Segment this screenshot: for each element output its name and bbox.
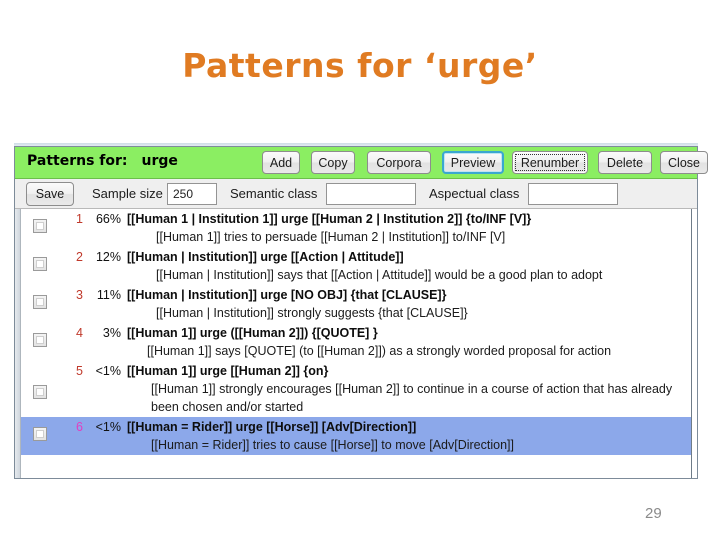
row-number: 6 bbox=[76, 420, 83, 434]
sample-size-input[interactable]: 250 bbox=[167, 183, 217, 205]
row-percentage: <1% bbox=[95, 420, 121, 434]
renumber-button[interactable]: Renumber bbox=[512, 151, 588, 174]
table-row[interactable]: 3 11% [[Human | Institution]] urge [NO OBJ… bbox=[21, 285, 691, 323]
row-description-line: [[Human 1]] strongly encourages [[Human … bbox=[151, 382, 673, 396]
row-description-line: [[Human 1]] tries to persuade [[Human 2 … bbox=[156, 230, 506, 244]
row-checkbox[interactable] bbox=[33, 385, 47, 399]
header-title: Patterns for: urge bbox=[27, 153, 178, 169]
row-description-line: [[Human = Rider]] tries to cause [[Horse… bbox=[151, 438, 514, 452]
corpora-button[interactable]: Corpora bbox=[367, 151, 431, 174]
row-number: 3 bbox=[76, 288, 83, 302]
table-row[interactable]: 1 66% [[Human 1 | Institution 1]] urge [[H… bbox=[21, 209, 691, 247]
patterns-list[interactable]: 1 66% [[Human 1 | Institution 1]] urge [[H… bbox=[15, 209, 697, 478]
header-title-label: Patterns for: bbox=[27, 153, 128, 169]
row-percentage: 3% bbox=[102, 326, 121, 340]
list-right-edge bbox=[691, 209, 697, 478]
delete-button[interactable]: Delete bbox=[598, 151, 652, 174]
row-checkbox[interactable] bbox=[33, 219, 47, 233]
checkbox-inner bbox=[36, 430, 44, 438]
aspectual-class-label: Aspectual class bbox=[429, 186, 520, 201]
patterns-window: Patterns for: urge Add Copy Corpora Preview R… bbox=[14, 146, 708, 479]
checkbox-inner bbox=[36, 336, 44, 344]
row-checkbox[interactable] bbox=[33, 257, 47, 271]
row-pattern: [[Human 1]] urge ([[Human 2]]) {[QUOTE] … bbox=[127, 326, 378, 340]
add-button[interactable]: Add bbox=[262, 151, 300, 174]
row-percentage: 11% bbox=[96, 288, 121, 302]
close-button[interactable]: Close bbox=[660, 151, 708, 174]
window-header-bar: Patterns for: urge Add Copy Corpora Preview R… bbox=[15, 147, 708, 179]
checkbox-inner bbox=[36, 298, 44, 306]
table-row[interactable]: 2 12% [[Human | Institution]] urge [[Actio… bbox=[21, 247, 691, 285]
row-checkbox[interactable] bbox=[33, 427, 47, 441]
row-pattern: [[Human 1]] urge [[Human 2]] {on} bbox=[127, 364, 329, 378]
page-title: Patterns for ‘urge’ bbox=[182, 46, 538, 85]
row-pattern: [[Human = Rider]] urge [[Horse]] [Adv[Di… bbox=[127, 420, 417, 434]
row-pattern: [[Human | Institution]] urge [NO OBJ] {t… bbox=[127, 288, 447, 302]
row-description-line: been chosen and/or started bbox=[151, 400, 304, 414]
row-pattern: [[Human 1 | Institution 1]] urge [[Human… bbox=[127, 212, 532, 226]
row-checkbox[interactable] bbox=[33, 295, 47, 309]
row-percentage: 66% bbox=[95, 212, 121, 226]
row-percentage: 12% bbox=[95, 250, 121, 264]
header-title-term: urge bbox=[141, 153, 178, 169]
semantic-class-label: Semantic class bbox=[230, 186, 318, 201]
table-row[interactable]: 4 3% [[Human 1]] urge ([[Human 2]]) {[QUOT… bbox=[21, 323, 691, 361]
row-description-line: [[Human 1]] says [QUOTE] (to [[Human 2]]… bbox=[147, 344, 612, 358]
table-row[interactable]: 5 <1% [[Human 1]] urge [[Human 2]] {on} [[H… bbox=[21, 361, 691, 417]
semantic-class-input[interactable] bbox=[326, 183, 416, 205]
slide-page-number: 29 bbox=[645, 505, 662, 522]
row-number: 2 bbox=[76, 250, 83, 264]
checkbox-inner bbox=[36, 222, 44, 230]
row-number: 5 bbox=[76, 364, 83, 378]
aspectual-class-input[interactable] bbox=[528, 183, 618, 205]
row-pattern: [[Human | Institution]] urge [[Action | … bbox=[127, 250, 404, 264]
save-button[interactable]: Save bbox=[26, 182, 74, 206]
table-row[interactable]: 6 <1% [[Human = Rider]] urge [[Horse]] [Ad… bbox=[21, 417, 691, 455]
focus-outline bbox=[515, 154, 585, 171]
checkbox-inner bbox=[36, 388, 44, 396]
copy-button[interactable]: Copy bbox=[311, 151, 355, 174]
toolbar-row: Save Sample size 250 Semantic class Aspe… bbox=[15, 179, 697, 209]
row-number: 4 bbox=[76, 326, 83, 340]
row-description-line: [[Human | Institution]] says that [[Acti… bbox=[156, 268, 603, 282]
preview-button[interactable]: Preview bbox=[442, 151, 504, 174]
row-checkbox[interactable] bbox=[33, 333, 47, 347]
sample-size-label: Sample size bbox=[92, 186, 163, 201]
row-percentage: <1% bbox=[95, 364, 121, 378]
row-number: 1 bbox=[76, 212, 83, 226]
checkbox-inner bbox=[36, 260, 44, 268]
row-description-line: [[Human | Institution]] strongly suggest… bbox=[156, 306, 468, 320]
